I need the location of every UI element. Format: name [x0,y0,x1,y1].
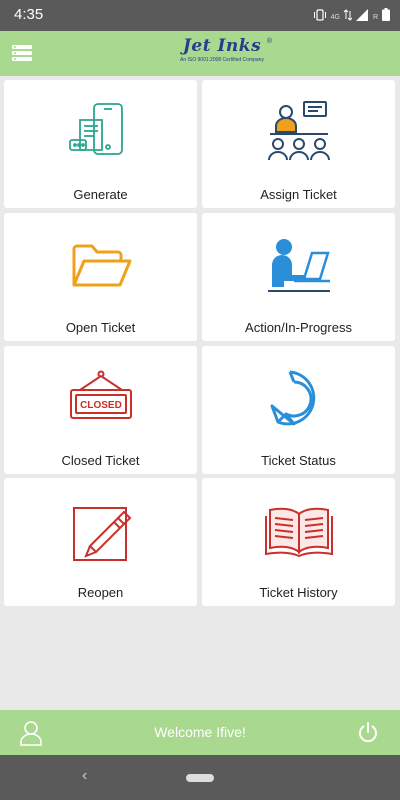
power-icon[interactable] [357,721,379,743]
status-icons: 4G R [313,8,390,26]
bottom-bar: Welcome Ifive! [0,710,400,755]
tile-label: Assign Ticket [260,187,337,202]
status-time: 4:35 [14,6,44,23]
signal-icon [355,8,369,26]
tile-assign-ticket[interactable]: Assign Ticket [202,80,395,208]
open-book-icon [264,496,334,566]
system-nav-bar: ‹ [0,755,400,800]
tile-ticket-status[interactable]: Ticket Status [202,346,395,474]
closed-sign-icon: CLOSED [66,364,136,434]
tile-label: Ticket History [259,585,338,600]
brand-registered-mark: ® [266,38,272,45]
mobile-ticket-icon [66,98,136,168]
network-label: 4G [330,13,340,21]
user-profile-icon[interactable] [19,720,43,746]
home-pill-icon[interactable] [186,774,214,782]
data-arrows-icon [343,8,353,26]
edit-pencil-icon [66,496,136,566]
tile-closed-ticket[interactable]: CLOSED Closed Ticket [4,346,197,474]
back-icon[interactable]: ‹ [82,767,87,785]
roaming-label: R [372,13,378,21]
tile-label: Ticket Status [261,453,336,468]
hamburger-menu-icon[interactable] [12,44,32,62]
refresh-arrow-icon [264,364,334,434]
tile-label: Action/In-Progress [245,320,352,335]
tile-ticket-history[interactable]: Ticket History [202,478,395,606]
tile-open-ticket[interactable]: Open Ticket [4,213,197,341]
tile-label: Reopen [77,585,124,600]
welcome-message: Welcome Ifive! [154,724,246,740]
brand-name: Jet Inks [182,36,262,56]
brand-logo: Jet Inks ® An ISO 9001:2008 Certified Co… [172,36,272,63]
brand-tagline: An ISO 9001:2008 Certified Company [180,57,264,63]
tile-label: Open Ticket [65,320,136,335]
battery-icon [382,8,390,26]
tile-reopen[interactable]: Reopen [4,478,197,606]
tile-label: Closed Ticket [61,453,140,468]
tile-label: Generate [73,187,128,202]
open-folder-icon [66,231,136,301]
tile-action-in-progress[interactable]: Action/In-Progress [202,213,395,341]
person-laptop-icon [264,231,334,301]
presentation-group-icon [264,98,334,168]
status-bar: 4:35 4G R [0,0,400,31]
tile-generate[interactable]: Generate [4,80,197,208]
vibrate-icon [313,8,327,26]
closed-sign-text: CLOSED [80,400,122,411]
app-header: Jet Inks ® An ISO 9001:2008 Certified Co… [0,31,400,76]
